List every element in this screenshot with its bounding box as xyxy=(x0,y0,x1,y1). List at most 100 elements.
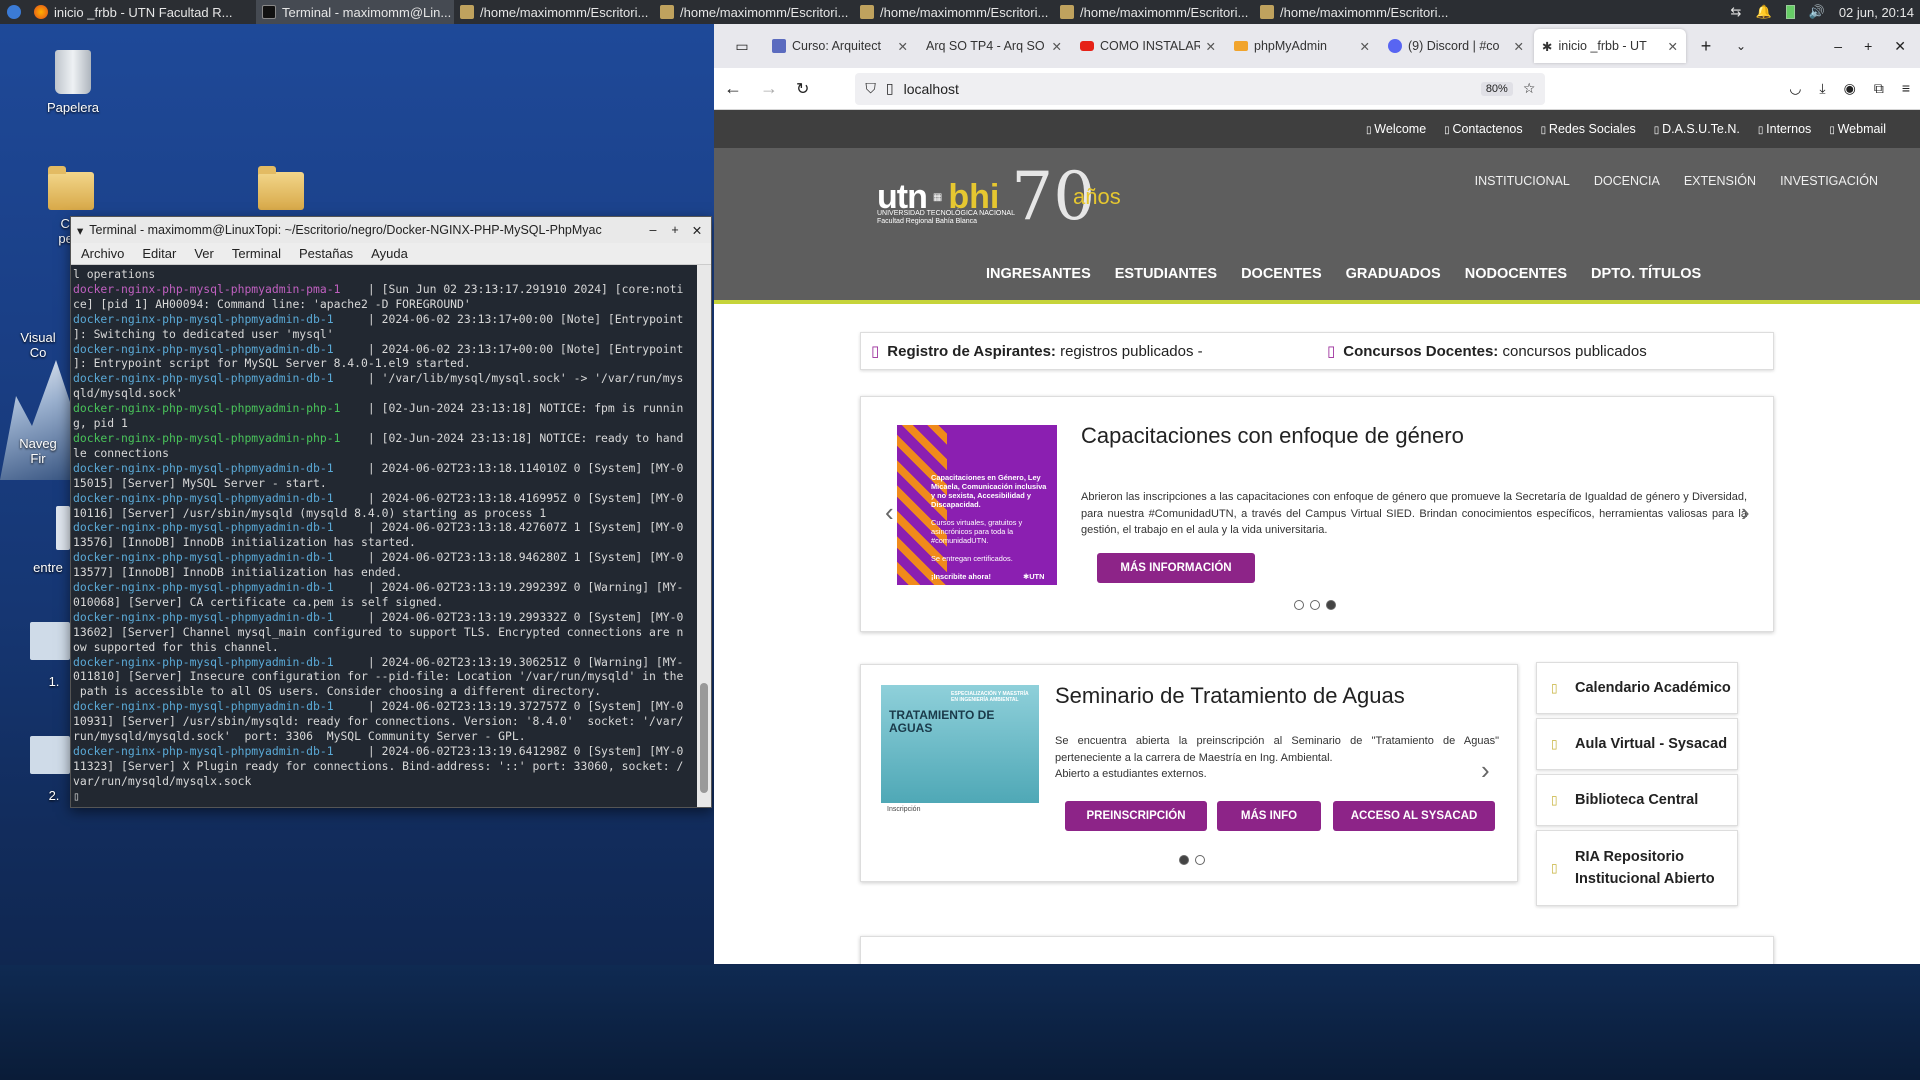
menu-terminal[interactable]: Terminal xyxy=(232,246,281,261)
carousel-next-icon[interactable]: › xyxy=(1741,497,1750,528)
nav-investigacion[interactable]: INVESTIGACIÓN xyxy=(1780,174,1878,188)
nav-docentes[interactable]: DOCENTES xyxy=(1241,266,1322,282)
close-tab-icon[interactable]: ✕ xyxy=(1514,39,1524,54)
tab-discord[interactable]: (9) Discord | #co ✕ xyxy=(1380,29,1532,63)
menu-editar[interactable]: Editar xyxy=(142,246,176,261)
reload-icon[interactable]: ↻ xyxy=(796,79,809,99)
maximize-icon[interactable]: + xyxy=(1864,38,1872,55)
carousel-next-icon[interactable]: › xyxy=(1481,755,1490,786)
app-menu-button[interactable] xyxy=(0,0,28,24)
pocket-icon[interactable]: ◡ xyxy=(1789,80,1801,97)
menu-pestanas[interactable]: Pestañas xyxy=(299,246,353,261)
nav-docencia[interactable]: DOCENCIA xyxy=(1594,174,1660,188)
close-icon[interactable]: ✕ xyxy=(1894,38,1906,55)
tab-arq-so[interactable]: Arq SO TP4 - Arq SO ✕ xyxy=(918,29,1070,63)
acceso-sysacad-button[interactable]: ACCESO AL SYSACAD xyxy=(1333,801,1495,831)
nav-institucional[interactable]: INSTITUCIONAL xyxy=(1475,174,1570,188)
network-arrows-icon[interactable]: ⇆ xyxy=(1731,4,1742,20)
close-tab-icon[interactable]: ✕ xyxy=(1206,39,1216,54)
clock[interactable]: 02 jun, 20:14 xyxy=(1839,5,1914,20)
extensions-icon[interactable]: ⧉ xyxy=(1874,80,1884,97)
zoom-badge[interactable]: 80% xyxy=(1480,81,1513,96)
link-welcome[interactable]: Welcome xyxy=(1366,122,1426,136)
taskbar-item-terminal[interactable]: Terminal - maximomm@Lin... xyxy=(256,0,454,24)
tab-youtube[interactable]: COMO INSTALAR ✕ xyxy=(1072,29,1224,63)
close-tab-icon[interactable]: ✕ xyxy=(898,39,908,54)
tab-phpmyadmin[interactable]: phpMyAdmin ✕ xyxy=(1226,29,1378,63)
nav-dpto-titulos[interactable]: DPTO. TÍTULOS xyxy=(1591,266,1701,282)
taskbar-item-folder[interactable]: /home/maximomm/Escritori... xyxy=(654,0,854,24)
tab-overview-icon[interactable]: ▭ xyxy=(722,38,762,55)
desktop-icon-firefox[interactable]: Naveg Fir xyxy=(8,436,68,466)
maximize-icon[interactable]: + xyxy=(667,223,683,237)
notification-bell-icon[interactable]: 🔔 xyxy=(1755,4,1771,20)
taskbar-item-folder[interactable]: /home/maximomm/Escritori... xyxy=(854,0,1054,24)
download-icon[interactable]: ⤓ xyxy=(1819,80,1825,97)
hamburger-menu-icon[interactable]: ≡ xyxy=(1902,80,1910,97)
terminal-window[interactable]: ▾ Terminal - maximomm@LinuxTopi: ~/Escri… xyxy=(70,216,712,808)
new-tab-icon[interactable]: + xyxy=(1688,36,1724,57)
desktop-icon-folder[interactable] xyxy=(236,166,326,216)
tab-utn[interactable]: ✱ inicio _frbb - UT ✕ xyxy=(1534,29,1686,63)
close-icon[interactable]: ✕ xyxy=(689,223,705,238)
terminal-titlebar[interactable]: ▾ Terminal - maximomm@LinuxTopi: ~/Escri… xyxy=(71,217,711,243)
close-tab-icon[interactable]: ✕ xyxy=(1052,39,1062,54)
close-tab-icon[interactable]: ✕ xyxy=(1668,39,1678,54)
mas-informacion-button[interactable]: MÁS INFORMACIÓN xyxy=(1097,553,1255,583)
terminal-output[interactable]: l operations docker-nginx-php-mysql-phpmy… xyxy=(71,265,697,807)
menu-archivo[interactable]: Archivo xyxy=(81,246,124,261)
nav-extension[interactable]: EXTENSIÓN xyxy=(1684,174,1756,188)
link-dasuten[interactable]: D.A.S.U.Te.N. xyxy=(1654,122,1740,136)
carousel-dot[interactable] xyxy=(1310,600,1320,610)
desktop-icon-document[interactable]: entre xyxy=(18,560,78,575)
tab-list-icon[interactable]: ⌄ xyxy=(1726,39,1756,53)
bookmark-star-icon[interactable]: ☆ xyxy=(1523,80,1536,97)
promo-image-aguas[interactable]: ESPECIALIZACIÓN Y MAESTRÍA EN INGENIERÍA… xyxy=(881,685,1039,841)
url-bar[interactable]: ⛉ ▯ localhost 80% ☆ xyxy=(855,72,1546,105)
volume-icon[interactable]: 🔊 xyxy=(1809,4,1825,20)
carousel-dot[interactable] xyxy=(1294,600,1304,610)
desktop-icon-vscode[interactable]: Visual Co xyxy=(8,330,68,360)
battery-icon[interactable] xyxy=(1785,5,1795,19)
utn-logo[interactable]: utn ▦ bhi 70 años UNIVERSIDAD TECNOLÓGIC… xyxy=(877,164,1121,230)
taskbar-item-folder[interactable]: /home/maximomm/Escritori... xyxy=(454,0,654,24)
forward-icon[interactable]: → xyxy=(760,78,778,99)
log-text: le connections xyxy=(73,445,170,460)
carousel-prev-icon[interactable]: ‹ xyxy=(885,497,894,528)
notice-concursos[interactable]: ▯ Concursos Docentes: concursos publicado… xyxy=(1317,342,1773,360)
account-icon[interactable]: ◉ xyxy=(1844,80,1856,97)
menu-ver[interactable]: Ver xyxy=(194,246,214,261)
sidebar-link-calendario[interactable]: Calendario Académico xyxy=(1536,662,1738,714)
nav-ingresantes[interactable]: INGRESANTES xyxy=(986,266,1091,282)
link-webmail[interactable]: Webmail xyxy=(1829,122,1886,136)
minimize-icon[interactable]: – xyxy=(1834,38,1842,55)
taskbar-item-folder[interactable]: /home/maximomm/Escritori... xyxy=(1254,0,1454,24)
desktop-icon-trash[interactable]: Papelera xyxy=(28,50,118,115)
promo-image-genero[interactable]: Capacitaciones en Género, Ley Micaela, C… xyxy=(897,425,1057,585)
link-internos[interactable]: Internos xyxy=(1758,122,1811,136)
window-menu-icon[interactable]: ▾ xyxy=(77,223,83,238)
terminal-scrollbar[interactable] xyxy=(697,265,711,807)
carousel-dot-active[interactable] xyxy=(1179,855,1189,865)
nav-estudiantes[interactable]: ESTUDIANTES xyxy=(1115,266,1217,282)
carousel-dot[interactable] xyxy=(1195,855,1205,865)
scrollbar-thumb[interactable] xyxy=(700,683,708,793)
link-contactenos[interactable]: Contactenos xyxy=(1444,122,1522,136)
sidebar-link-ria[interactable]: RIA Repositorio Institucional Abierto xyxy=(1536,830,1738,906)
back-icon[interactable]: ← xyxy=(724,78,742,99)
nav-graduados[interactable]: GRADUADOS xyxy=(1346,266,1441,282)
taskbar-item-firefox[interactable]: inicio _frbb - UTN Facultad R... xyxy=(28,0,256,24)
carousel-dot-active[interactable] xyxy=(1326,600,1336,610)
sidebar-link-biblioteca[interactable]: Biblioteca Central xyxy=(1536,774,1738,826)
preinscripcion-button[interactable]: PREINSCRIPCIÓN xyxy=(1065,801,1207,831)
tab-curso[interactable]: Curso: Arquitect ✕ xyxy=(764,29,916,63)
menu-ayuda[interactable]: Ayuda xyxy=(371,246,408,261)
notice-registro[interactable]: ▯ Registro de Aspirantes: registros publi… xyxy=(861,342,1317,360)
minimize-icon[interactable]: – xyxy=(645,223,661,237)
sidebar-link-aula-virtual[interactable]: Aula Virtual - Sysacad xyxy=(1536,718,1738,770)
close-tab-icon[interactable]: ✕ xyxy=(1360,39,1370,54)
mas-info-button[interactable]: MÁS INFO xyxy=(1217,801,1321,831)
taskbar-item-folder[interactable]: /home/maximomm/Escritori... xyxy=(1054,0,1254,24)
link-redes-sociales[interactable]: Redes Sociales xyxy=(1541,122,1636,136)
nav-nodocentes[interactable]: NODOCENTES xyxy=(1465,266,1567,282)
